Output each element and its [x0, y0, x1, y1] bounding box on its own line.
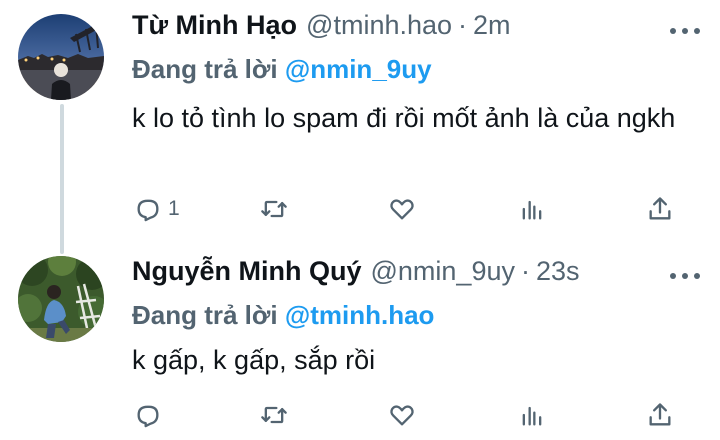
reply-icon — [137, 405, 159, 428]
replying-to-label: Đang trả lời — [132, 54, 278, 84]
tweet-actions — [132, 398, 692, 432]
heart-icon — [390, 199, 414, 220]
tweet-actions: 1 — [132, 192, 692, 226]
retweet-button[interactable] — [260, 398, 288, 432]
reply-button[interactable] — [134, 398, 168, 432]
retweet-icon — [261, 406, 287, 424]
tweet-text: k gấp, k gấp, sắp rồi — [132, 345, 376, 375]
more-icon[interactable] — [670, 271, 700, 281]
separator-dot: · — [520, 256, 530, 286]
share-button[interactable] — [646, 192, 674, 226]
display-name[interactable]: Nguyễn Minh Quý — [132, 256, 362, 287]
tweet-header: Từ Minh Hạo @tminh.hao · 2m — [132, 10, 511, 46]
reply-icon — [137, 199, 159, 222]
mention-link[interactable]: @tminh.hao — [285, 300, 435, 330]
separator-dot: · — [458, 10, 468, 40]
reply-count: 1 — [168, 197, 180, 220]
replying-to: Đang trả lời @nmin_9uy — [132, 54, 432, 85]
replying-to-label: Đang trả lời — [132, 300, 278, 330]
like-button[interactable] — [388, 192, 416, 226]
more-icon[interactable] — [670, 26, 700, 36]
tweet[interactable]: Nguyễn Minh Quý @nmin_9uy · 23s Đang trả… — [0, 240, 720, 440]
tweet-text: k lo tỏ tình lo spam đi rồi mốt ảnh là c… — [132, 103, 676, 133]
retweet-button[interactable] — [260, 192, 288, 226]
share-icon — [649, 403, 671, 426]
stats-button[interactable] — [518, 192, 546, 226]
tweet-header: Nguyễn Minh Quý @nmin_9uy · 23s — [132, 256, 580, 292]
display-name[interactable]: Từ Minh Hạo — [132, 10, 297, 41]
stats-icon — [522, 200, 542, 220]
heart-icon — [390, 405, 414, 426]
thread-line — [60, 104, 64, 254]
mention-link[interactable]: @nmin_9uy — [285, 54, 432, 84]
avatar-photo-night-bridge — [18, 14, 104, 100]
avatar[interactable] — [18, 256, 104, 342]
tweet[interactable]: Từ Minh Hạo @tminh.hao · 2m Đang trả lời… — [0, 0, 720, 254]
timestamp[interactable]: 2m — [473, 10, 511, 41]
user-handle[interactable]: @nmin_9uy — [371, 256, 515, 287]
share-icon — [649, 197, 671, 220]
timestamp[interactable]: 23s — [536, 256, 580, 287]
user-handle[interactable]: @tminh.hao — [306, 10, 452, 41]
stats-icon — [522, 406, 542, 426]
retweet-icon — [261, 200, 287, 218]
avatar[interactable] — [18, 14, 104, 100]
reply-button[interactable]: 1 — [134, 192, 180, 226]
stats-button[interactable] — [518, 398, 546, 432]
like-button[interactable] — [388, 398, 416, 432]
replying-to: Đang trả lời @tminh.hao — [132, 300, 434, 331]
share-button[interactable] — [646, 398, 674, 432]
avatar-photo-greenery — [18, 256, 104, 342]
